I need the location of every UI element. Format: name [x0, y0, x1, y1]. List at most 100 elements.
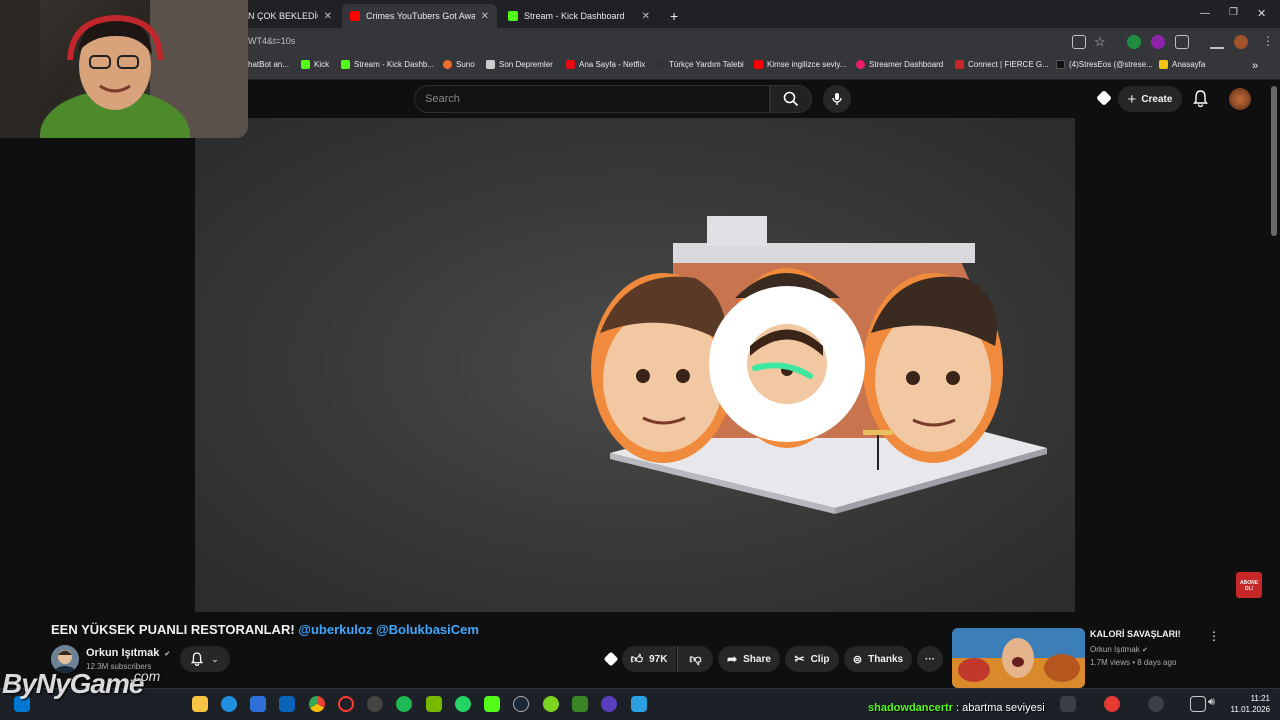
bookmark-label: Streamer Dashboard [869, 60, 944, 69]
obs-icon[interactable] [367, 696, 383, 712]
recommendation-title[interactable]: KALORİ SAVAŞLARI! [1090, 629, 1181, 639]
recommendation-thumbnail[interactable] [952, 628, 1085, 688]
steam-icon[interactable] [513, 696, 529, 712]
bookmark-item[interactable]: Kimse ingilizce seviy... [754, 60, 846, 69]
video-player[interactable] [195, 118, 1075, 612]
app-icon[interactable] [601, 696, 617, 712]
recommendation-menu-icon[interactable]: ⋮ [1208, 629, 1220, 643]
url-field[interactable]: WT4&t=10s [248, 36, 295, 46]
edge-icon[interactable] [221, 696, 237, 712]
store-icon[interactable] [250, 696, 266, 712]
minimize-icon[interactable]: — [1200, 8, 1210, 19]
system-clock[interactable]: 11:21 11.01.2026 [1225, 693, 1270, 715]
tray-icon[interactable] [1104, 696, 1120, 712]
profile-avatar[interactable] [1234, 35, 1248, 49]
help-icon [656, 60, 665, 69]
bookmark-label: Stream - Kick Dashb... [354, 60, 435, 69]
thanks-button[interactable]: ⊜ Thanks [844, 646, 912, 672]
app-icon[interactable] [543, 696, 559, 712]
bell-icon[interactable] [1193, 90, 1208, 112]
bookmark-item[interactable]: Kick [301, 60, 329, 69]
more-bookmarks-icon[interactable]: » [1252, 60, 1258, 72]
tab-1-label: N ÇOK BEKLEDİĞİM [248, 11, 318, 21]
tray-icon[interactable] [1148, 696, 1164, 712]
more-actions-button[interactable]: ··· [917, 646, 943, 672]
app-icon[interactable] [631, 696, 647, 712]
chat-overlay-message: shadowdancertr : abartma seviyesi [868, 702, 1045, 714]
tab-2[interactable]: Crimes YouTubers Got Away W ✕ [342, 4, 497, 28]
clip-button[interactable]: ✂ Clip [785, 646, 839, 672]
search-input[interactable]: Search [414, 85, 770, 113]
kick-icon[interactable] [484, 696, 500, 712]
dislike-button[interactable]: 👎︎ [677, 646, 713, 672]
chat-text: : abartma seviyesi [952, 702, 1045, 714]
plus-icon: + [1127, 90, 1137, 108]
bookmark-item[interactable]: Anasayfa [1159, 60, 1205, 69]
nvidia-icon[interactable] [426, 696, 442, 712]
sparkle-icon[interactable] [603, 651, 619, 667]
minecraft-icon[interactable] [572, 696, 588, 712]
bookmark-item[interactable]: Son Depremler [486, 60, 553, 69]
tab-2-label: Crimes YouTubers Got Away W [366, 11, 475, 21]
chat-username: shadowdancertr [868, 702, 953, 714]
kick-icon [341, 60, 350, 69]
bookmark-item[interactable]: Suno [443, 60, 475, 69]
opera-icon[interactable] [338, 696, 354, 712]
extension-icon[interactable] [1151, 35, 1165, 49]
network-icon[interactable] [1190, 696, 1206, 712]
file-explorer-icon[interactable] [192, 696, 208, 712]
tab-1[interactable]: N ÇOK BEKLEDİĞİM ✕ [240, 4, 340, 28]
webcam-person [0, 0, 248, 138]
youtube-icon [754, 60, 763, 69]
voice-search-button[interactable] [823, 85, 851, 113]
scissors-icon: ✂ [794, 652, 805, 666]
video-title-mentions[interactable]: @uberkuloz @BolukbasiCem [298, 622, 479, 637]
puzzle-icon[interactable] [1175, 35, 1189, 49]
spotify-icon[interactable] [396, 696, 412, 712]
volume-icon[interactable]: 🔊︎ [1208, 696, 1215, 709]
channel-name[interactable]: Orkun Işıtmak ✔ [86, 647, 170, 659]
fierce-icon [955, 60, 964, 69]
like-button[interactable]: 👍︎ 97K [622, 646, 676, 672]
suno-icon [443, 60, 452, 69]
create-button[interactable]: + Create [1118, 86, 1182, 112]
install-icon[interactable] [1072, 35, 1086, 49]
window-close-icon[interactable]: ✕ [1257, 7, 1266, 20]
like-count: 97K [649, 653, 668, 665]
tab-3[interactable]: Stream - Kick Dashboard ✕ [500, 4, 658, 28]
whatsapp-icon[interactable] [455, 696, 471, 712]
outlook-icon[interactable] [279, 696, 295, 712]
new-tab-button[interactable]: + [662, 4, 682, 28]
thanks-icon: ⊜ [852, 653, 863, 666]
bookmark-item[interactable]: hatBot an... [248, 60, 289, 69]
close-icon[interactable]: ✕ [642, 11, 650, 22]
thanks-label: Thanks [868, 653, 904, 665]
bookmark-item[interactable]: Ana Sayfa - Netflix [566, 60, 645, 69]
star-icon[interactable]: ☆ [1094, 34, 1106, 50]
bookmark-item[interactable]: Connect | FIERCE G... [955, 60, 1049, 69]
bookmark-item[interactable]: Stream - Kick Dashb... [341, 60, 434, 69]
page-scrollbar[interactable] [1271, 86, 1277, 236]
bookmark-item[interactable]: Türkçe Yardım Talebi [656, 60, 744, 69]
extension-icon[interactable] [1127, 35, 1141, 49]
chrome-icon[interactable] [309, 696, 325, 712]
webcam-overlay [0, 0, 248, 138]
tray-icon[interactable] [1060, 696, 1076, 712]
tiktok-icon [1056, 60, 1065, 69]
notification-bell-button[interactable]: ⌄ [180, 646, 230, 672]
stream-watermark: ByNyGame [2, 668, 144, 699]
menu-icon[interactable]: ⋮ [1262, 34, 1274, 48]
reading-list-icon[interactable] [1210, 35, 1224, 49]
bookmark-item[interactable]: Streamer Dashboard [856, 60, 943, 69]
share-button[interactable]: ➦ Share [718, 646, 780, 672]
bookmark-item[interactable]: (4)StresEos (@strese... [1056, 60, 1153, 69]
earthquake-icon [486, 60, 495, 69]
account-avatar[interactable] [1229, 88, 1251, 110]
close-icon[interactable]: ✕ [324, 11, 332, 22]
maximize-icon[interactable]: ❐ [1229, 7, 1238, 18]
bookmark-label: (4)StresEos (@strese... [1069, 60, 1153, 69]
bookmark-label: Anasayfa [1172, 60, 1206, 69]
close-icon[interactable]: ✕ [481, 11, 489, 22]
bookmark-label: hatBot an... [248, 60, 289, 69]
search-button[interactable] [770, 85, 812, 113]
